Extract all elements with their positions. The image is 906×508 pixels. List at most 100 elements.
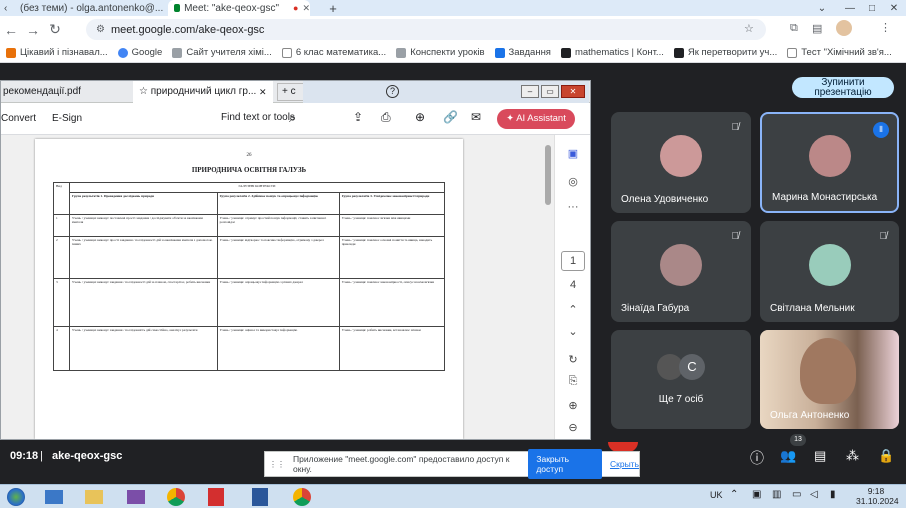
chevron-down-icon[interactable]: ⌄ — [555, 325, 591, 338]
close-icon[interactable]: ✕ — [259, 81, 271, 103]
site-info-icon[interactable]: ⚙ — [96, 24, 105, 35]
activities-icon[interactable]: ⁂ — [846, 448, 859, 464]
find-tools-button[interactable]: Find text or tools — [221, 112, 295, 123]
help-icon[interactable]: ? — [386, 85, 399, 98]
info-icon[interactable]: ⓘ — [750, 448, 764, 468]
battery-icon[interactable]: ▭ — [792, 489, 801, 500]
doc-table-wrapper: Вид ГАЛУЗЕВІ КОНТЕКСТИ Група результатів … — [53, 182, 446, 371]
participant-tile[interactable]: 🎙̸ Світлана Мельник — [760, 221, 899, 322]
maximize-icon[interactable]: ▭ — [541, 85, 559, 98]
bookmark-item[interactable]: mathematics | Конт... — [560, 47, 664, 58]
url-input[interactable]: ⚙ meet.google.com/ake-qeox-gsc — [86, 19, 766, 40]
network-icon[interactable]: ▥ — [772, 489, 781, 500]
ai-icon[interactable]: ◎ — [555, 175, 591, 188]
chat-icon[interactable]: ▤ — [814, 448, 826, 464]
close-icon[interactable]: ✕ — [302, 3, 310, 14]
bookmark-item[interactable]: Цікавий і пізнавал... — [6, 47, 108, 58]
clock[interactable]: 9:18 31.10.2024 — [856, 486, 899, 506]
star-icon[interactable]: ☆ — [139, 86, 148, 97]
tray-app-icon[interactable]: ▣ — [752, 489, 761, 500]
explorer-icon[interactable] — [40, 487, 68, 507]
participant-tile[interactable]: 🎙̸ Зінаїда Габура — [611, 221, 751, 322]
scrollbar-thumb[interactable] — [545, 145, 551, 205]
avatar[interactable] — [836, 20, 852, 36]
close-window-icon[interactable]: ✕ — [884, 0, 904, 16]
document-viewport[interactable]: 26 ПРИРОДНИЧА ОСВІТНЯ ГАЛУЗЬ Вид ГАЛУЗЕВІ… — [1, 135, 554, 439]
chrome-icon[interactable] — [162, 487, 190, 507]
bookmark-favicon-icon — [172, 47, 183, 58]
more-participants-tile[interactable]: С Ще 7 осіб — [611, 330, 751, 429]
mic-off-icon: 🎙̸ — [731, 122, 740, 133]
media-icon[interactable] — [122, 487, 150, 507]
hide-button[interactable]: Скрыть — [610, 459, 639, 469]
bookmark-star-icon[interactable]: ☆ — [744, 22, 754, 35]
search-icon[interactable]: ⌕ — [289, 110, 296, 126]
rotate-icon[interactable]: ↻ — [555, 353, 591, 366]
forward-icon[interactable]: → — [22, 22, 44, 38]
tray-chevron-icon[interactable]: ⌃ — [730, 489, 738, 500]
drag-handle-icon[interactable]: ⋮⋮ — [269, 460, 285, 469]
bookmark-item[interactable]: Конспекти уроків — [396, 47, 485, 58]
convert-button[interactable]: Convert — [1, 113, 36, 124]
comment-icon[interactable]: ▣ — [555, 147, 591, 160]
shared-acrobat-window: рекомендації.pdf ☆ природничий цикл гр..… — [0, 80, 591, 440]
back-icon[interactable]: ← — [0, 22, 22, 38]
ai-search-icon[interactable]: ⊕ — [415, 110, 425, 124]
menu-icon[interactable]: ⋮ — [880, 21, 891, 34]
acrobat-tab[interactable]: рекомендації.pdf — [1, 81, 133, 103]
page-input[interactable]: 1 — [561, 251, 585, 271]
chrome-icon[interactable] — [288, 487, 316, 507]
acrobat-tab-active[interactable]: ☆ природничий цикл гр... — [133, 81, 273, 103]
minimize-icon[interactable]: — — [840, 0, 860, 16]
folder-icon[interactable] — [80, 487, 108, 507]
meet-icon — [174, 4, 181, 12]
more-icon[interactable]: ··· — [555, 201, 591, 213]
participant-tile-video[interactable]: Ольга Антоненко — [760, 330, 899, 429]
zoom-in-icon[interactable]: ⊕ — [555, 399, 591, 412]
save-page-icon[interactable]: ⎘ — [555, 375, 591, 388]
volume-icon[interactable]: ◁ — [810, 489, 818, 500]
zoom-out-icon[interactable]: ⊖ — [555, 421, 591, 434]
bookmark-item[interactable]: 6 клас математика... — [281, 47, 386, 58]
bookmark-item[interactable]: Як перетворити уч... — [673, 47, 777, 58]
ai-assistant-button[interactable]: ✦ AI Assistant — [497, 109, 575, 129]
start-icon[interactable] — [2, 487, 30, 507]
page-number: 26 — [246, 153, 252, 158]
pdf-page: 26 ПРИРОДНИЧА ОСВІТНЯ ГАЛУЗЬ Вид ГАЛУЗЕВІ… — [35, 139, 463, 439]
word-icon[interactable] — [246, 487, 274, 507]
tab-prev-icon[interactable]: ‹ — [4, 0, 16, 16]
browser-tab-meet[interactable]: Meet: "ake-qeox-gsc" ● ✕ — [168, 0, 310, 16]
acrobat-new-tab[interactable]: + c — [277, 83, 305, 101]
acrobat-icon[interactable] — [202, 487, 230, 507]
esign-button[interactable]: E-Sign — [52, 113, 82, 124]
bookmark-favicon-icon — [787, 47, 798, 58]
tab-search-icon[interactable]: ⌄ — [812, 0, 832, 16]
reload-icon[interactable]: ↻ — [44, 21, 66, 38]
participant-tile[interactable]: 🎙̸ Олена Удовиченко — [611, 112, 751, 213]
link-icon[interactable]: 🔗 — [443, 110, 458, 124]
bookmark-item[interactable]: Сайт учителя хімі... — [172, 47, 272, 58]
stop-sharing-button[interactable]: Закрыть доступ — [528, 449, 602, 479]
upload-icon[interactable]: ⇪ — [353, 110, 363, 124]
bookmark-favicon-icon — [396, 47, 407, 58]
bookmark-item[interactable]: Тест "Хімічний зв'я... — [787, 47, 892, 58]
new-tab-button[interactable]: + — [322, 0, 344, 16]
extensions-icon[interactable]: ⧉ — [790, 22, 798, 35]
print-icon[interactable]: ⎙ — [381, 110, 391, 125]
side-panel-icon[interactable]: ▤ — [812, 22, 822, 35]
bookmark-item[interactable]: Google — [117, 47, 162, 58]
language-indicator[interactable]: UK — [710, 490, 723, 500]
bookmark-item[interactable]: Завдання — [494, 47, 551, 58]
participant-tile-active[interactable]: ⦀ Марина Монастирська — [760, 112, 899, 213]
maximize-icon[interactable]: □ — [862, 0, 882, 16]
stop-presenting-button[interactable]: Зупинити презентацію — [792, 77, 894, 98]
signal-icon[interactable]: ▮ — [830, 489, 836, 500]
close-window-icon[interactable]: ✕ — [561, 85, 585, 98]
chevron-up-icon[interactable]: ⌃ — [555, 303, 591, 316]
minimize-icon[interactable]: – — [521, 85, 539, 98]
browser-tab-email[interactable]: (без теми) - olga.antonenko@...✕ — [16, 0, 166, 16]
acrobat-toolbar: Convert E-Sign Find text or tools ⌕ ⇪ ⎙ … — [1, 103, 590, 135]
email-icon[interactable]: ✉ — [471, 110, 481, 124]
people-icon[interactable]: 👥 — [780, 448, 796, 464]
host-controls-icon[interactable]: 🔒 — [878, 448, 894, 464]
